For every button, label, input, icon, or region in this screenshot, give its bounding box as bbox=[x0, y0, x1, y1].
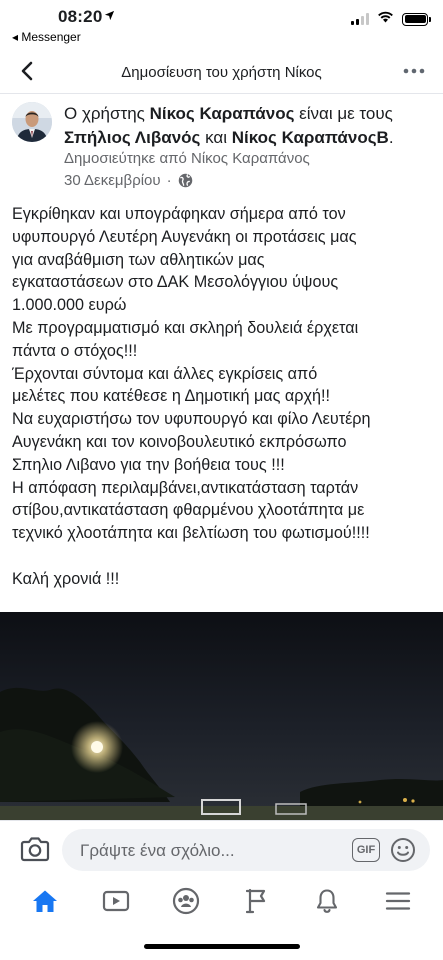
status-icons bbox=[351, 10, 431, 28]
post-text-line: Αυγενάκη και τον κοινοβουλευτικό εκπρόσω… bbox=[12, 432, 347, 451]
post-text-line: Έρχονται σύντομα και άλλες εγκρίσεις από bbox=[12, 364, 318, 383]
watch-video-icon bbox=[102, 890, 129, 912]
globe-icon bbox=[178, 173, 192, 188]
post-text-line: για αναβάθμιση των αθλητικών μας bbox=[12, 250, 265, 269]
battery-icon bbox=[402, 12, 431, 26]
post-photo[interactable] bbox=[0, 612, 443, 820]
published-by: Δημοσιεύτηκε από Νίκος Καραπάνος bbox=[64, 150, 310, 167]
post-text-line: Καλή χρονιά !!! bbox=[12, 569, 120, 588]
post-text-line: Να ευχαριστήσω τον υφυπουργό και φίλο Λε… bbox=[12, 410, 371, 429]
post-text-line bbox=[12, 545, 436, 568]
post-text-line: Εγκρίθηκαν και υπογράφηκαν σήμερα από το… bbox=[12, 205, 346, 223]
camera-button[interactable] bbox=[20, 836, 50, 864]
post-date-row: 30 Δεκεμβρίου · bbox=[64, 172, 193, 189]
more-horizontal-icon bbox=[403, 68, 425, 74]
wifi-icon bbox=[377, 10, 394, 28]
more-options-button[interactable] bbox=[399, 56, 429, 86]
author-name-link[interactable]: Νίκος Καραπάνος bbox=[150, 104, 295, 123]
date-separator: · bbox=[166, 172, 172, 189]
avatar[interactable] bbox=[12, 102, 52, 142]
tab-home[interactable] bbox=[23, 881, 67, 921]
post-text-line: 1.000.000 ευρώ bbox=[12, 296, 127, 315]
comment-input[interactable]: Γράψτε ένα σχόλιο... GIF bbox=[62, 829, 430, 871]
comment-bar: Γράψτε ένα σχόλιο... GIF bbox=[0, 820, 443, 878]
notifications-bell-icon bbox=[317, 889, 338, 913]
emoji-button[interactable] bbox=[390, 837, 416, 863]
meta-suffix: . bbox=[388, 128, 394, 147]
tab-notifications[interactable] bbox=[305, 881, 349, 921]
status-bar: 08:20 ◂ Messenger bbox=[0, 0, 443, 46]
camera-icon bbox=[20, 837, 50, 862]
tab-pages[interactable] bbox=[235, 881, 279, 921]
post-header-bar: Δημοσίευση του χρήστη Νίκος bbox=[0, 50, 443, 94]
home-indicator[interactable] bbox=[144, 944, 300, 949]
post-text-line: τεχνικό χλοοτάπητα και βελτίωση του φωτι… bbox=[12, 524, 370, 543]
post-text-line: υφυπουργό Λευτέρη Αυγενάκη οι προτάσεις … bbox=[12, 227, 357, 246]
post-author-section: Ο χρήστης Νίκος Καραπάνος είναι με τους … bbox=[12, 100, 432, 192]
post-text-line: μελέτες που κατέθεσε η Δημοτική μας αρχή… bbox=[12, 387, 330, 406]
gif-button[interactable]: GIF bbox=[352, 838, 380, 862]
meta-middle: είναι με τους bbox=[294, 104, 393, 123]
groups-icon bbox=[173, 887, 200, 915]
page-title: Δημοσίευση του χρήστη Νίκος bbox=[121, 64, 322, 81]
location-arrow-icon bbox=[104, 9, 115, 24]
meta-prefix: Ο χρήστης bbox=[64, 104, 150, 123]
tagged-user-link[interactable]: Σπήλιος Λιβανός bbox=[64, 128, 200, 147]
post-text-line: Σπηλιο Λιβανο για την βοήθεια τους !!! bbox=[12, 455, 285, 474]
status-time: 08:20 bbox=[58, 7, 103, 26]
post-text-line: πάντα ο στόχος!!! bbox=[12, 341, 138, 360]
emoji-icon bbox=[391, 838, 415, 862]
menu-icon bbox=[385, 892, 410, 910]
post-text-line: Η απόφαση περιλαμβάνει,αντικατάσταση ταρ… bbox=[12, 478, 359, 497]
post-text-line: στίβου,αντικατάσταση φθαρμένου χλοοτάπητ… bbox=[12, 501, 365, 520]
pages-flag-icon bbox=[245, 888, 265, 914]
tab-groups[interactable] bbox=[164, 881, 208, 921]
meta-and: και bbox=[200, 128, 232, 147]
tab-watch[interactable] bbox=[94, 881, 138, 921]
cellular-signal-icon bbox=[351, 13, 369, 25]
post-text-line: Με προγραμματισμό και σκληρή δουλειά έρχ… bbox=[12, 318, 359, 337]
post-text-line: εγκαταστάσεων στο ΔΑΚ Μεσολόγγιου ύψους bbox=[12, 273, 339, 292]
comment-placeholder: Γράψτε ένα σχόλιο... bbox=[80, 841, 235, 860]
bottom-tab-bar bbox=[0, 878, 443, 924]
tab-menu[interactable] bbox=[376, 881, 420, 921]
post-meta: Ο χρήστης Νίκος Καραπάνος είναι με τους … bbox=[64, 102, 434, 150]
home-icon bbox=[33, 890, 58, 912]
post-date[interactable]: 30 Δεκεμβρίου bbox=[64, 172, 161, 189]
post-text: Εγκρίθηκαν και υπογράφηκαν σήμερα από το… bbox=[12, 203, 436, 591]
tagged-user-link[interactable]: Νίκος ΚαραπάνοςΒ bbox=[232, 128, 389, 147]
back-to-app-link[interactable]: ◂ Messenger bbox=[12, 30, 81, 44]
